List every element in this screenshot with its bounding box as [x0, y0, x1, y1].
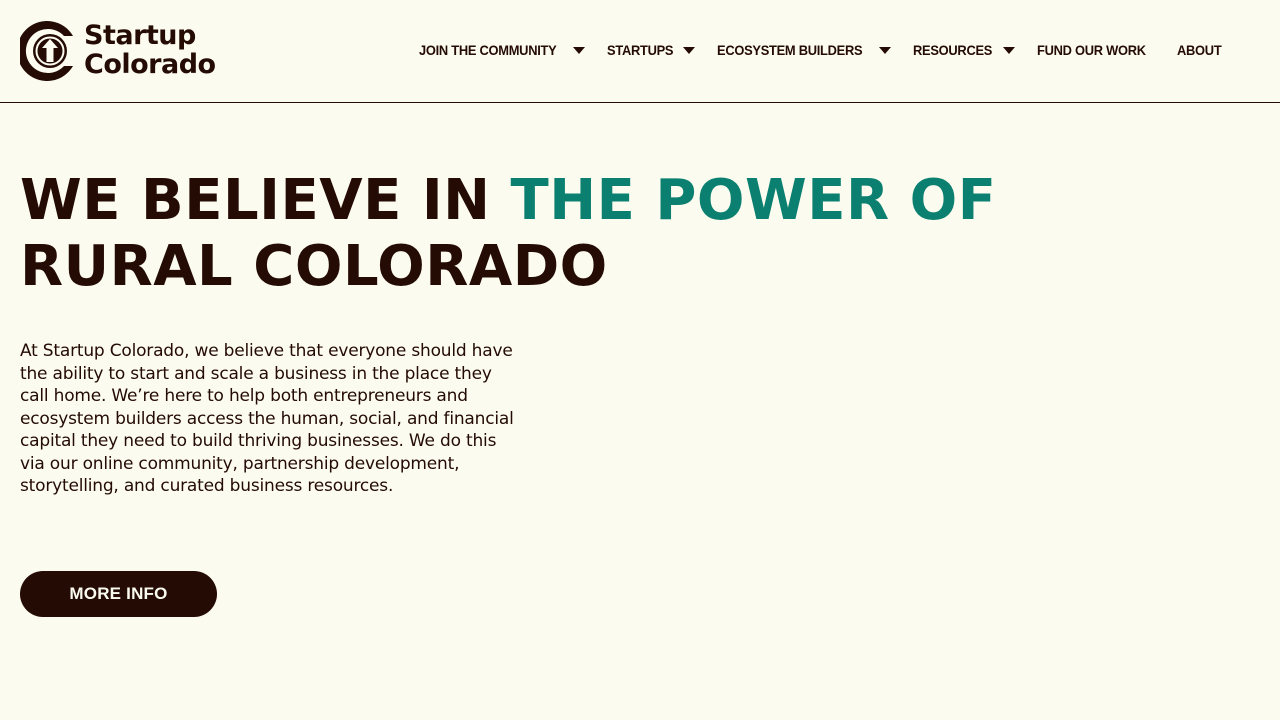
nav-item-join-the-community[interactable]: JOIN THE COMMUNITY [419, 42, 585, 58]
caret-down-icon[interactable] [1002, 46, 1015, 54]
caret-down-icon[interactable] [682, 46, 695, 54]
hero-title-part-1: WE BELIEVE IN [20, 168, 511, 233]
nav-item-fund-our-work[interactable]: FUND OUR WORK [1037, 42, 1155, 58]
logo-wordmark: Startup Colorado [84, 21, 216, 79]
nav-item-about[interactable]: ABOUT [1177, 42, 1225, 58]
nav-item-resources[interactable]: RESOURCES [913, 42, 1015, 58]
hero-title-line-1: WE BELIEVE IN THE POWER OF [20, 168, 997, 234]
nav-item-label: ABOUT [1176, 42, 1222, 58]
nav-item-label: JOIN THE COMMUNITY [419, 42, 557, 58]
up-arrow-c-icon [20, 21, 73, 81]
hero-description: At Startup Colorado, we believe that eve… [20, 341, 514, 496]
nav-item-label: STARTUPS [606, 42, 674, 58]
caret-down-icon[interactable] [572, 46, 585, 54]
nav-item-ecosystem-builders[interactable]: ECOSYSTEM BUILDERS [717, 42, 891, 58]
nav-item-startups[interactable]: STARTUPS [607, 42, 695, 58]
logo-line-2: Colorado [84, 49, 216, 80]
caret-down-icon[interactable] [878, 46, 891, 54]
startup-colorado-logo[interactable]: Startup Colorado [20, 19, 216, 83]
nav-item-label: RESOURCES [912, 42, 992, 58]
hero-title-accent: THE POWER OF [510, 168, 997, 233]
site-header: Startup Colorado JOIN THE COMMUNITY STAR… [0, 0, 1280, 103]
hero-title: WE BELIEVE IN THE POWER OF RURAL COLORAD… [20, 168, 997, 300]
logo-line-1: Startup [84, 20, 196, 51]
main-nav: JOIN THE COMMUNITY STARTUPS ECOSYSTEM BU… [419, 36, 1225, 64]
nav-item-label: FUND OUR WORK [1036, 42, 1146, 58]
more-info-button[interactable]: MORE INFO [20, 571, 217, 617]
hero-title-line-2: RURAL COLORADO [20, 234, 608, 299]
nav-item-label: ECOSYSTEM BUILDERS [716, 42, 863, 58]
